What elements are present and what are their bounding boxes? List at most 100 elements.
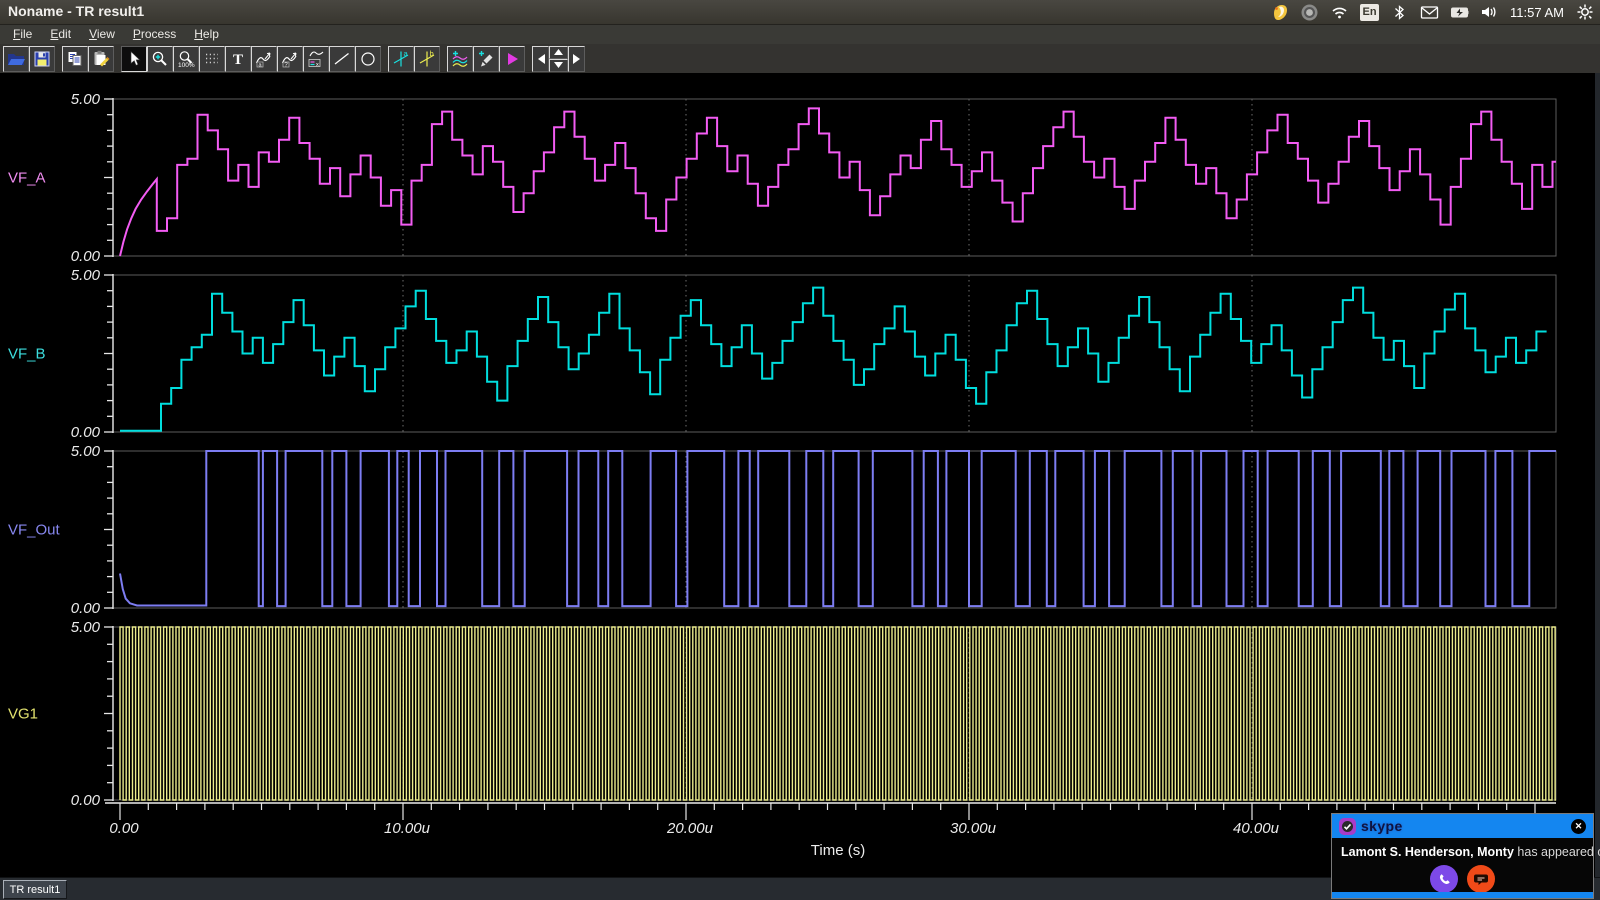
toolbar-tools-group: 100% T a ? x <box>121 46 381 72</box>
line-icon <box>332 49 352 69</box>
nav-right-button[interactable] <box>568 46 585 72</box>
text-button[interactable]: T <box>225 46 251 72</box>
toolbar-cursor-group: a b <box>388 46 440 72</box>
chat-bubble-icon <box>1473 872 1489 887</box>
scale-curve-query-button[interactable]: ? <box>277 46 303 72</box>
cursor-a-button[interactable]: a <box>388 46 414 72</box>
zoom-100-icon: 100% <box>176 49 196 69</box>
signal-label-VG1: VG1 <box>8 706 38 723</box>
panel-VG1: 5.00 0.00 VG1 <box>8 619 1556 809</box>
y-tick-label-max: 5.00 <box>71 619 101 636</box>
y-tick-label-max: 5.00 <box>71 443 101 460</box>
paste-icon <box>91 49 111 69</box>
bluetooth-icon[interactable] <box>1390 3 1409 22</box>
app-bird-icon[interactable] <box>1270 3 1289 22</box>
copy-button[interactable] <box>62 46 88 72</box>
grid-button[interactable] <box>199 46 225 72</box>
nav-left-button[interactable] <box>532 46 549 72</box>
run-button[interactable] <box>499 46 525 72</box>
system-tray: En 11:57 AM <box>1270 0 1594 24</box>
panel-frame <box>113 451 1556 608</box>
y-tick-label-max: 5.00 <box>71 91 101 108</box>
battery-icon[interactable] <box>1450 3 1469 22</box>
menu-edit[interactable]: Edit <box>41 26 80 43</box>
ellipse-button[interactable] <box>355 46 381 72</box>
waveform-plot-area: 5.000.00VF_A5.000.00VF_B5.000.00VF_Out5.… <box>0 73 1600 877</box>
zoom-in-icon <box>150 49 170 69</box>
panel-frame <box>113 275 1556 432</box>
y-tick-label-min: 0.00 <box>71 792 101 809</box>
ellipse-icon <box>358 49 378 69</box>
skype-status-text: has appeared online <box>1514 845 1600 859</box>
pen-add-icon <box>476 49 496 69</box>
x-tick-label: 0.00 <box>109 820 139 837</box>
title-bar: Noname - TR result1 En 11:57 AM <box>0 0 1600 25</box>
nav-spinner <box>549 46 568 72</box>
zoom-in-button[interactable] <box>147 46 173 72</box>
save-button[interactable] <box>29 46 55 72</box>
skype-call-button[interactable] <box>1430 865 1458 893</box>
speaker-icon[interactable] <box>1480 3 1499 22</box>
cursor-a-icon: a <box>391 49 411 69</box>
skype-bottom-strip <box>1332 892 1593 898</box>
x-tick-label: 40.00u <box>1233 820 1280 837</box>
skype-contact-name: Lamont S. Henderson, Monty <box>1341 845 1514 859</box>
open-folder-icon <box>6 49 26 69</box>
select-cursor-button[interactable] <box>121 46 147 72</box>
skype-icon <box>1339 818 1356 835</box>
x-tick-label: 20.00u <box>666 820 714 837</box>
result-tab[interactable]: TR result1 <box>3 880 67 899</box>
toolbar-clipboard-group <box>62 46 114 72</box>
toolbar: 100% T a ? x a b <box>0 44 1600 73</box>
cursor-b-icon: b <box>417 49 437 69</box>
y-tick-label-min: 0.00 <box>71 424 101 441</box>
line-button[interactable] <box>329 46 355 72</box>
y-tick-label-min: 0.00 <box>71 600 101 617</box>
skype-actions <box>1332 865 1593 893</box>
mail-icon[interactable] <box>1420 3 1439 22</box>
x-tick-label: 30.00u <box>950 820 997 837</box>
paste-button[interactable] <box>88 46 114 72</box>
skype-message[interactable]: Lamont S. Henderson, Monty has appeared … <box>1341 845 1588 859</box>
menu-process[interactable]: Process <box>124 26 185 43</box>
svg-text:a: a <box>404 49 409 58</box>
svg-text:b: b <box>430 49 434 58</box>
toolbar-curves-group <box>447 46 525 72</box>
edit-curve-button[interactable] <box>473 46 499 72</box>
toolbar-file-group <box>3 46 55 72</box>
add-curves-button[interactable] <box>447 46 473 72</box>
cursor-b-button[interactable]: b <box>414 46 440 72</box>
keyboard-layout-indicator[interactable]: En <box>1360 4 1379 21</box>
skype-chat-button[interactable] <box>1467 865 1495 893</box>
menu-help[interactable]: Help <box>185 26 228 43</box>
session-gear-icon[interactable] <box>1575 3 1594 22</box>
trace-VF_A <box>120 108 1556 256</box>
panel-frame <box>113 627 1556 800</box>
y-tick-label-max: 5.00 <box>71 267 101 284</box>
wifi-icon[interactable] <box>1330 3 1349 22</box>
spin-down-button[interactable] <box>549 59 568 72</box>
volume-knob-icon[interactable] <box>1300 3 1319 22</box>
arrow-down-icon <box>554 62 563 68</box>
zoom-100-button[interactable]: 100% <box>173 46 199 72</box>
waveform-chart: 5.000.00VF_A5.000.00VF_B5.000.00VF_Out5.… <box>0 73 1600 877</box>
spin-up-button[interactable] <box>549 46 568 59</box>
text-icon: T <box>228 49 248 69</box>
legend-button[interactable]: x <box>303 46 329 72</box>
trace-VF_B <box>120 288 1547 431</box>
arrow-left-icon <box>536 53 546 65</box>
skype-close-icon[interactable]: ✕ <box>1571 819 1586 834</box>
panel-VF_Out: 5.000.00VF_Out <box>8 443 1556 617</box>
menu-view[interactable]: View <box>80 26 124 43</box>
x-axis-title: Time (s) <box>811 842 865 859</box>
skype-notification-header[interactable]: skype ✕ <box>1332 814 1593 838</box>
open-button[interactable] <box>3 46 29 72</box>
skype-notification: skype ✕ Lamont S. Henderson, Monty has a… <box>1331 813 1594 899</box>
cursor-arrow-icon <box>124 49 144 69</box>
clock[interactable]: 11:57 AM <box>1510 5 1564 20</box>
scale-curve-a-button[interactable]: a <box>251 46 277 72</box>
panel-VF_A: 5.000.00VF_A <box>8 91 1556 265</box>
svg-text:x: x <box>316 61 319 67</box>
desktop: { "window": { "title": "Noname - TR resu… <box>0 0 1600 900</box>
menu-file[interactable]: File <box>4 26 41 43</box>
